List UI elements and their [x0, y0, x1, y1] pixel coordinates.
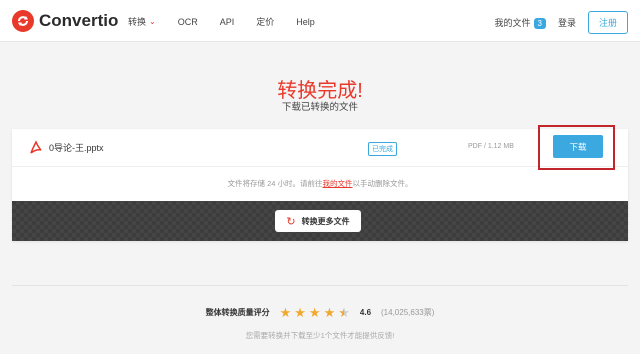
- star-icon[interactable]: ★: [309, 306, 321, 319]
- page-subtitle: 下载已转换的文件: [281, 102, 358, 113]
- divider: [12, 285, 628, 286]
- feedback-note: 您需要转换并下载至少1个文件才能提供反馈!: [245, 331, 395, 340]
- convert-more-button[interactable]: ↻ 转换更多文件: [275, 210, 361, 232]
- convertio-logo-icon: [12, 10, 34, 32]
- rating-label: 整体转换质量评分: [205, 308, 270, 317]
- storage-note-text: 文件将存储 24 小时。请前往: [227, 179, 323, 188]
- file-name: 0导论-王.pptx: [49, 143, 104, 153]
- refresh-icon: ↻: [286, 215, 296, 228]
- nav-convert-label: 转换: [128, 17, 147, 27]
- top-header: Convertio 转换 ⌄ OCR API 定价 Help 我的文件 3 登录 …: [0, 0, 640, 42]
- download-button[interactable]: 下载: [553, 135, 603, 158]
- signup-button[interactable]: 注册: [587, 11, 628, 34]
- nav-help[interactable]: Help: [296, 15, 315, 28]
- my-files-count-badge: 3: [533, 18, 546, 29]
- star-icon[interactable]: ★: [280, 306, 292, 319]
- result-card: 0导论-王.pptx 已完成 PDF / 1.12 MB 下载 文件将存储 24…: [12, 125, 628, 241]
- nav-pricing[interactable]: 定价: [256, 15, 274, 28]
- logo[interactable]: Convertio: [12, 10, 118, 32]
- main-nav: 转换 ⌄ OCR API 定价 Help: [128, 15, 315, 28]
- pdf-icon: [29, 140, 43, 156]
- user-nav: 我的文件 3 登录 注册: [495, 11, 628, 34]
- file-row: 0导论-王.pptx 已完成 PDF / 1.12 MB 下载: [12, 125, 628, 170]
- half-star-icon[interactable]: ★: [338, 306, 350, 319]
- my-files-inline-link[interactable]: 我的文件: [323, 179, 353, 188]
- file-info: PDF / 1.12 MB: [468, 143, 514, 150]
- convert-more-label: 转换更多文件: [301, 216, 350, 226]
- nav-api[interactable]: API: [220, 15, 235, 28]
- rating-bar: 整体转换质量评分 ★ ★ ★ ★ ★ 4.6 (14,025,633票): [0, 306, 640, 319]
- login-link[interactable]: 登录: [558, 16, 576, 29]
- rating-score: 4.6: [359, 308, 372, 317]
- rating-stars[interactable]: ★ ★ ★ ★ ★: [280, 306, 350, 319]
- status-badge: 已完成: [368, 142, 397, 156]
- storage-note-tail: 以手动删除文件。: [352, 179, 413, 188]
- rating-count: (14,025,633票): [381, 308, 435, 317]
- nav-ocr[interactable]: OCR: [178, 15, 198, 28]
- chevron-down-icon: ⌄: [149, 17, 156, 26]
- nav-convert[interactable]: 转换 ⌄: [128, 15, 156, 28]
- convert-more-band: ↻ 转换更多文件: [12, 201, 628, 241]
- my-files-link[interactable]: 我的文件 3: [495, 16, 546, 29]
- star-icon[interactable]: ★: [294, 306, 306, 319]
- star-icon[interactable]: ★: [324, 306, 336, 319]
- logo-text: Convertio: [39, 11, 119, 30]
- storage-note: 文件将存储 24 小时。请前往我的文件以手动删除文件。: [12, 178, 628, 189]
- my-files-label: 我的文件: [494, 18, 531, 28]
